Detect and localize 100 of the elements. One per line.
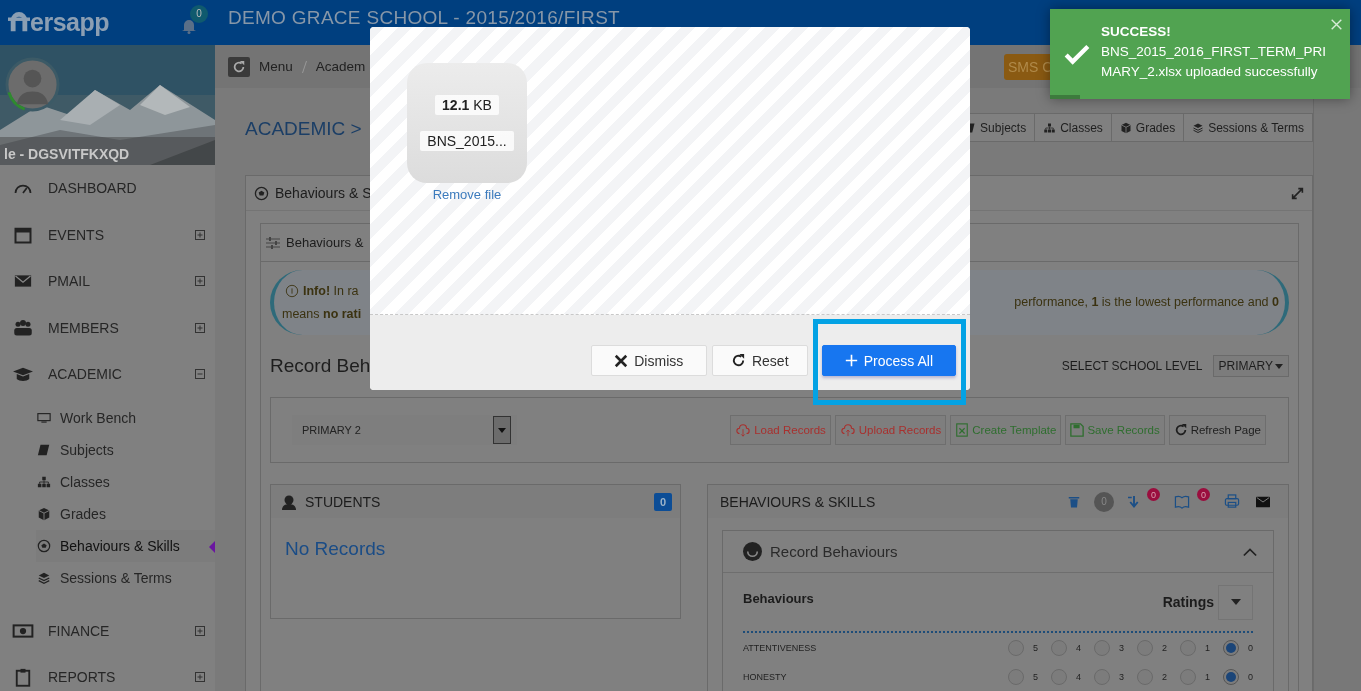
info-text: performance, 1 is the lowest performance and 0 (1014, 294, 1279, 311)
subtab[interactable]: Behaviours & (286, 235, 364, 250)
selection-arrow-icon (209, 540, 215, 553)
section-heading: Record Beh (270, 355, 371, 377)
remove-file-link[interactable]: Remove file (432, 187, 502, 202)
envelope-icon (1254, 494, 1272, 509)
nav-subitem[interactable]: Behaviours & Skills (36, 529, 215, 562)
breadcrumb-link[interactable]: Menu (259, 59, 293, 74)
download-icon (1128, 493, 1140, 510)
nav-subitem[interactable]: Subjects (36, 433, 215, 466)
caret-icon (498, 427, 506, 433)
logo: ersapp (30, 8, 109, 37)
sliders-icon (264, 234, 282, 251)
expand-icon (195, 229, 205, 240)
section-title: Record Behaviours (770, 543, 898, 560)
trash-icon (1068, 494, 1080, 509)
reset-button[interactable]: Reset (711, 345, 808, 376)
ball-icon (37, 538, 51, 553)
monitor-icon (36, 410, 52, 425)
cloud-icon (839, 423, 856, 437)
print-button[interactable] (1224, 494, 1240, 509)
column-title: Behaviours (743, 590, 814, 606)
rating-label: 4 (1075, 671, 1081, 682)
breadcrumb-separator-icon (301, 60, 307, 73)
school-level-dropdown[interactable]: PRIMARY (1212, 355, 1289, 377)
notification-badge: 0 (1197, 488, 1210, 501)
card-title: BEHAVIOURS & SKILLS (720, 493, 876, 510)
nav-subitem[interactable]: Work Bench (36, 401, 215, 434)
rating-label: 5 (1032, 671, 1038, 682)
behaviour-label: HONESTY (743, 671, 787, 682)
nav-item[interactable]: ACADEMIC (0, 351, 215, 398)
rating-label: 1 (1204, 671, 1210, 682)
column-title: Ratings (1162, 594, 1214, 610)
empty-message: No Records (284, 537, 387, 561)
nav-item[interactable]: REPORTS (0, 654, 215, 691)
bell-icon (181, 17, 197, 34)
cube-icon (37, 506, 51, 521)
process-all-button[interactable]: Process All (821, 345, 956, 376)
field-label: SELECT SCHOOL LEVEL (1061, 359, 1203, 373)
nav-subitem[interactable]: Sessions & Terms (36, 561, 215, 594)
count-badge: 0 (653, 492, 672, 511)
nav-item[interactable]: PMAIL (0, 258, 215, 305)
layers-icon (37, 570, 51, 585)
school-title: DEMO GRACE SCHOOL - 2015/2016/FIRST (228, 6, 621, 29)
notification-badge: 0 (1147, 488, 1160, 501)
rating-label: 4 (1075, 642, 1081, 653)
caret-icon (1275, 363, 1283, 369)
rating-label: 0 (1248, 642, 1253, 653)
rating-label: 3 (1118, 671, 1124, 682)
toast-message: BNS_2015_2016_FIRST_TERM_PRIMARY_2.xlsx uploaded successfully (1101, 43, 1328, 81)
ratings-dropdown[interactable] (1218, 584, 1253, 620)
drop-zone[interactable]: 12.1 KB BNS_2015... Remove file (370, 27, 970, 315)
nav-item[interactable]: DASHBOARD (0, 165, 215, 212)
card-title: STUDENTS (305, 493, 381, 510)
delete-button[interactable] (1068, 494, 1080, 509)
quick-tab[interactable]: Classes (1034, 113, 1112, 142)
cube-icon (1119, 121, 1132, 134)
logo-icon (8, 11, 30, 34)
plus-icon (844, 354, 858, 367)
close-button[interactable] (1331, 19, 1342, 30)
dismiss-button[interactable]: Dismiss (590, 345, 707, 376)
nav-item[interactable]: EVENTS (0, 211, 215, 258)
expand-icon (195, 276, 205, 287)
behaviour-label: ATTENTIVENESS (743, 642, 817, 653)
sitemap-icon (1043, 121, 1057, 134)
page-title: ACADEMIC > (245, 117, 362, 140)
chevron-up-icon (1243, 546, 1257, 557)
rating-label: 5 (1032, 642, 1038, 653)
refresh-button[interactable] (228, 56, 250, 77)
nav-subitem[interactable]: Classes (36, 465, 215, 498)
refresh-icon (232, 59, 246, 74)
info-text: Info! In ra (303, 282, 359, 300)
nav-item[interactable]: MEMBERS (0, 304, 215, 351)
rating-radio[interactable] (1223, 668, 1239, 685)
quick-tab[interactable]: Sessions & Terms (1183, 113, 1313, 142)
file-size: 12.1 KB (435, 95, 499, 115)
action-button[interactable]: Refresh Page (1168, 415, 1266, 445)
file-name: BNS_2015... (420, 131, 514, 151)
toast-title: SUCCESS! (1101, 23, 1172, 41)
info-icon (285, 284, 299, 298)
rating-radio[interactable] (1223, 639, 1239, 656)
avatar (5, 57, 60, 112)
nav-subitem[interactable]: Grades (36, 497, 215, 530)
download-button[interactable] (1128, 493, 1140, 510)
cloud-icon (735, 423, 752, 437)
refresh-icon (730, 353, 746, 368)
user-name: le - DGSVITFKXQD (0, 137, 215, 165)
notification-badge: 0 (190, 4, 208, 23)
smiley-icon (743, 542, 762, 561)
floppy-icon (1070, 423, 1085, 437)
printer-icon (1224, 494, 1240, 509)
ball-icon (254, 185, 269, 201)
people-icon (12, 317, 34, 338)
nav-item[interactable]: FINANCE (0, 607, 215, 654)
breadcrumb-link[interactable]: Academ (315, 59, 366, 74)
email-button[interactable] (1254, 494, 1272, 509)
rating-label: 2 (1161, 642, 1167, 653)
quick-tab[interactable]: Grades (1110, 113, 1185, 142)
close-icon (614, 353, 629, 368)
rating-label: 2 (1161, 671, 1167, 682)
